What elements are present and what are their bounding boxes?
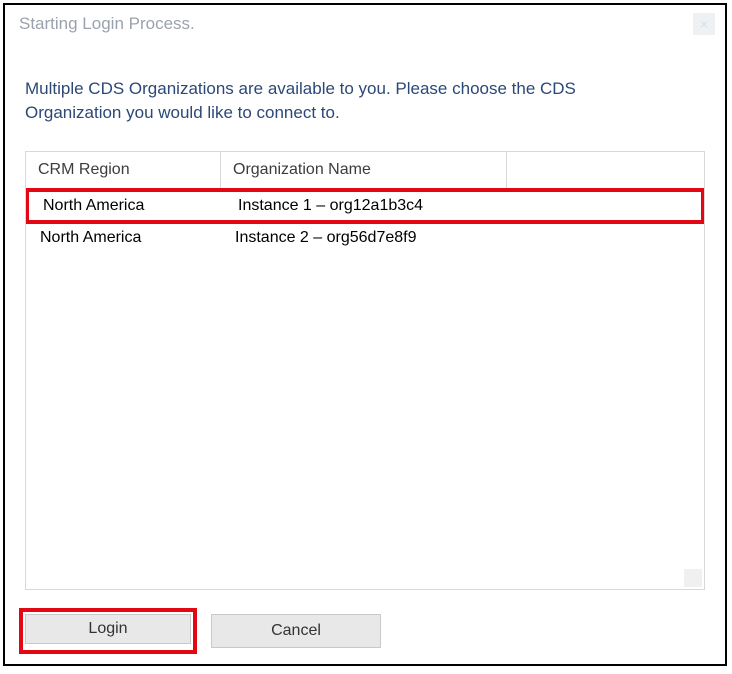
button-bar: Login Cancel xyxy=(5,602,725,664)
cancel-button[interactable]: Cancel xyxy=(211,614,381,648)
window-title: Starting Login Process. xyxy=(19,14,195,34)
login-dialog: Starting Login Process. × Multiple CDS O… xyxy=(3,3,727,666)
header-region[interactable]: CRM Region xyxy=(26,152,221,188)
table-body: North America Instance 1 – org12a1b3c4 N… xyxy=(26,188,704,252)
cell-region: North America xyxy=(29,192,224,220)
cell-org: Instance 2 – org56d7e8f9 xyxy=(221,224,704,252)
table-row[interactable]: North America Instance 1 – org12a1b3c4 xyxy=(25,188,705,224)
cell-region: North America xyxy=(26,224,221,252)
login-button[interactable]: Login xyxy=(25,614,191,644)
header-blank xyxy=(507,152,704,188)
login-highlight: Login xyxy=(19,608,197,654)
instruction-text: Multiple CDS Organizations are available… xyxy=(25,77,705,125)
titlebar: Starting Login Process. × xyxy=(5,5,725,43)
header-org[interactable]: Organization Name xyxy=(221,152,507,188)
content-area: Multiple CDS Organizations are available… xyxy=(5,43,725,602)
table-header: CRM Region Organization Name xyxy=(26,152,704,189)
scrollbar-corner xyxy=(684,569,702,587)
org-table: CRM Region Organization Name North Ameri… xyxy=(25,151,705,590)
close-button[interactable]: × xyxy=(693,13,715,35)
table-row[interactable]: North America Instance 2 – org56d7e8f9 xyxy=(26,224,704,252)
cell-org: Instance 1 – org12a1b3c4 xyxy=(224,192,701,220)
close-icon: × xyxy=(700,16,708,32)
